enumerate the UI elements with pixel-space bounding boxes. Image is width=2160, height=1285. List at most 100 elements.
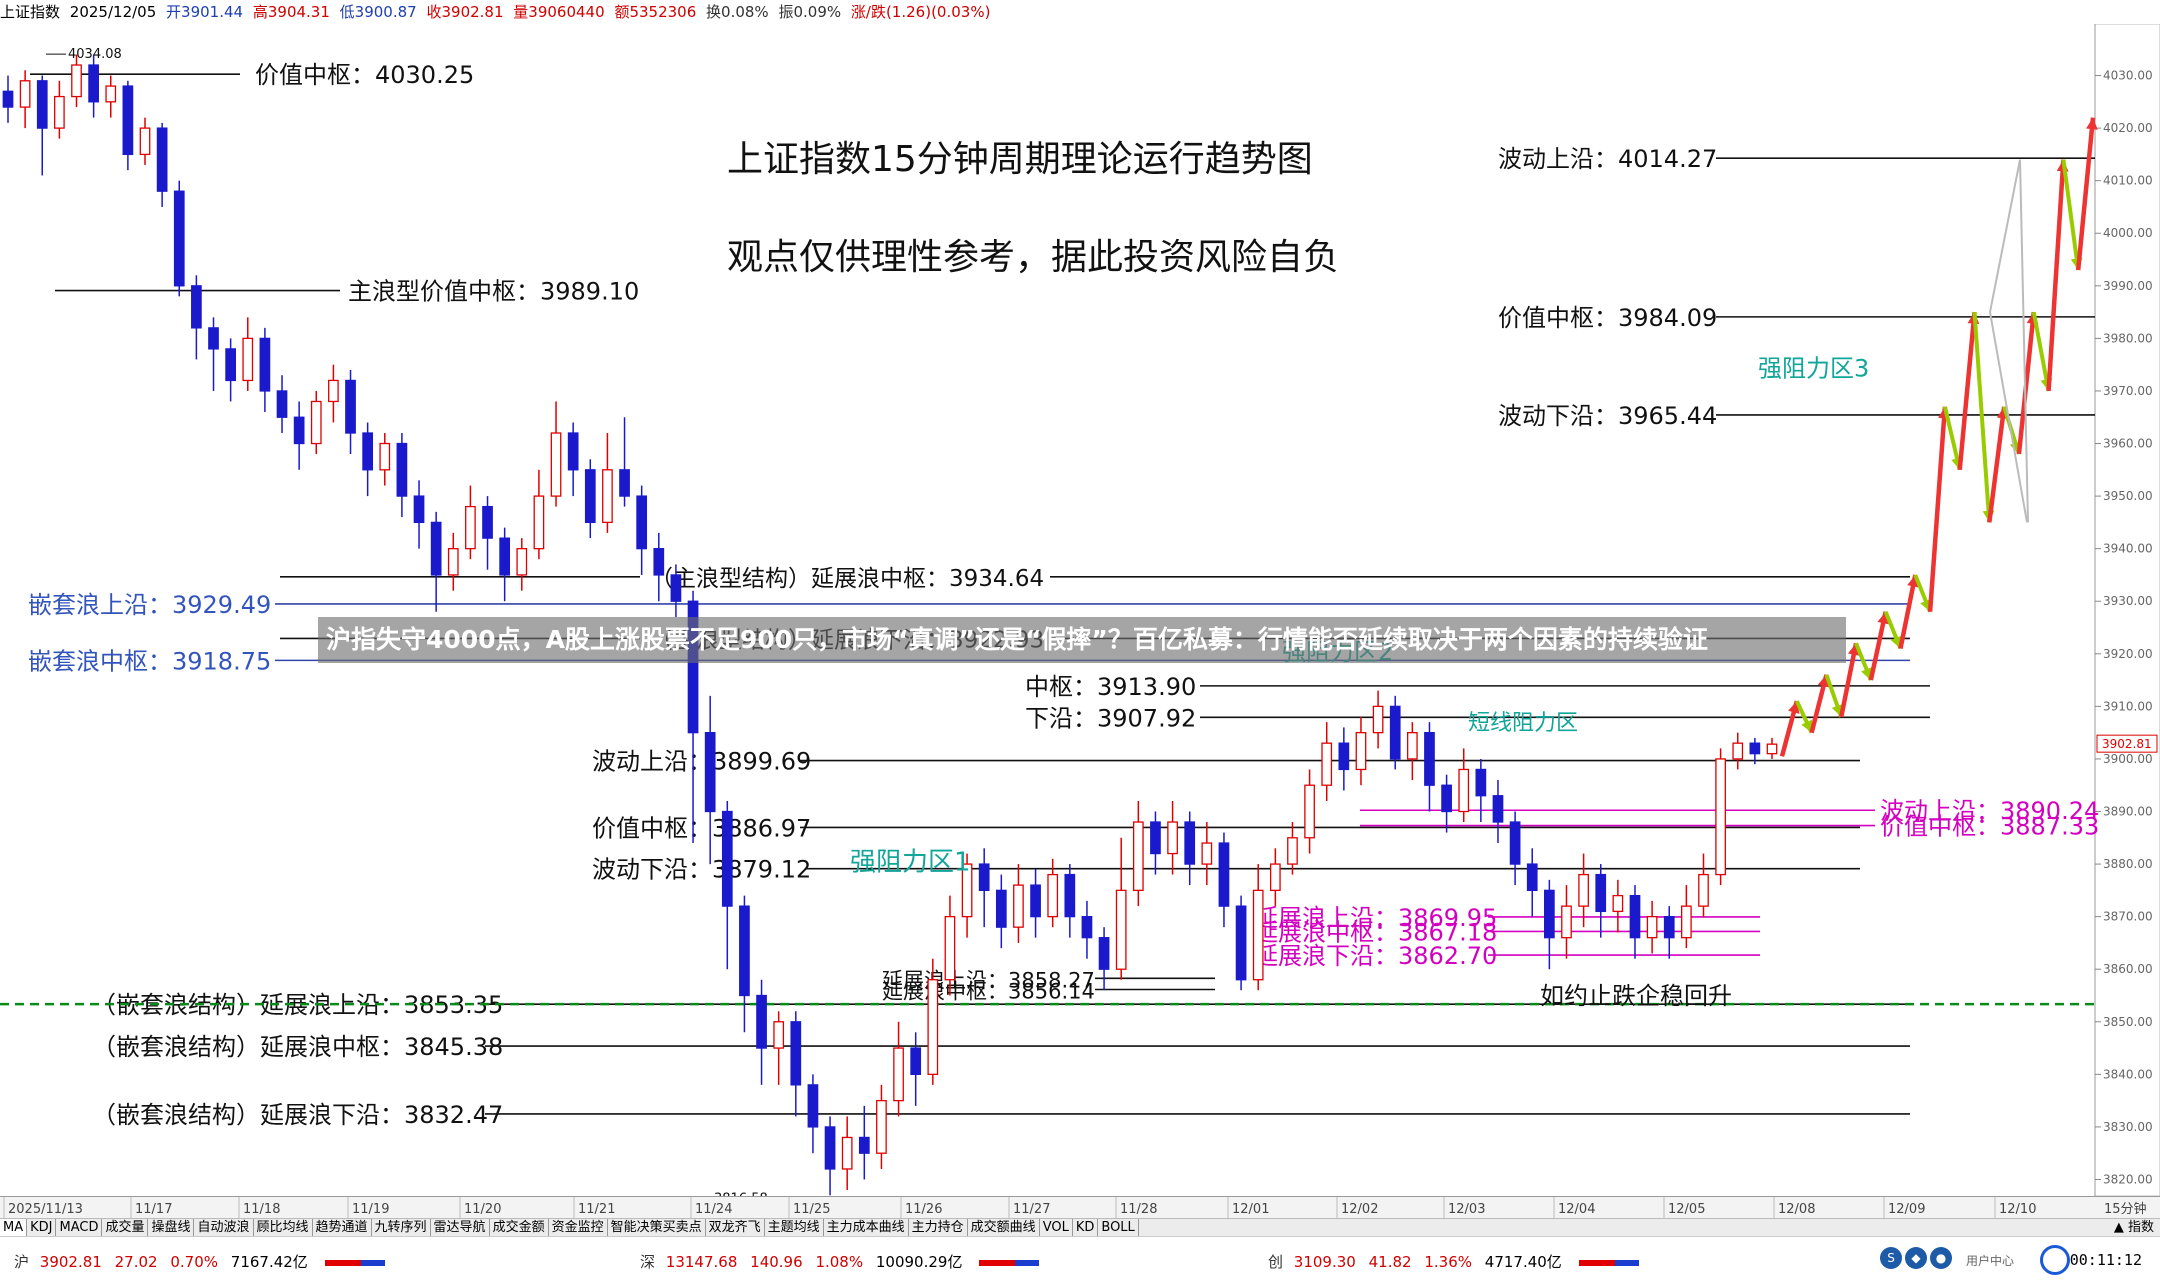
clock: 00:11:12 bbox=[2069, 1251, 2142, 1269]
user-center-link[interactable]: 用户中心 bbox=[1966, 1252, 2014, 1269]
chart-subtitle: 观点仅供理性参考，据此投资风险自负 bbox=[727, 237, 1339, 278]
candle-body bbox=[1355, 732, 1367, 771]
level-label: （主浪型结构）延展浪中枢：3934.64 bbox=[650, 566, 1044, 592]
candle-body bbox=[1458, 768, 1470, 813]
sz-index-status[interactable]: 深 13147.68 140.96 1.08% 10090.29亿 bbox=[640, 1251, 1040, 1272]
zone-label: 强阻力区1 bbox=[850, 847, 971, 877]
indicator-tab-7[interactable]: 趋势通道 bbox=[313, 1219, 372, 1237]
candle-body bbox=[1681, 905, 1692, 939]
sh-index-status[interactable]: 沪 3902.81 27.02 0.70% 7167.42亿 bbox=[14, 1251, 385, 1272]
candle-body bbox=[1115, 889, 1127, 970]
indicator-tab-10[interactable]: 成交金额 bbox=[490, 1219, 549, 1237]
x-tick-label: 12/08 bbox=[1778, 1202, 1815, 1217]
candle-body bbox=[602, 469, 613, 524]
cy-breadth-bar bbox=[1578, 1259, 1639, 1266]
y-tick-label: 4030.00 bbox=[2103, 69, 2153, 83]
candle-body bbox=[19, 80, 31, 108]
indicator-tab-15[interactable]: 主力成本曲线 bbox=[824, 1219, 909, 1237]
indicator-tab-9[interactable]: 雷达导航 bbox=[431, 1219, 490, 1237]
indicator-tab-12[interactable]: 智能决策买卖点 bbox=[608, 1219, 706, 1237]
indicator-tab-13[interactable]: 双龙齐飞 bbox=[706, 1219, 765, 1237]
x-tick-label: 11/28 bbox=[1120, 1202, 1157, 1217]
indicator-tab-4[interactable]: 操盘线 bbox=[148, 1219, 195, 1237]
y-tick-label: 3850.00 bbox=[2103, 1015, 2153, 1029]
candle-body bbox=[499, 537, 511, 576]
sz-percent: 1.08% bbox=[815, 1253, 864, 1271]
x-tick-label: 11/18 bbox=[243, 1202, 280, 1217]
s-icon[interactable]: S bbox=[1880, 1247, 1902, 1269]
x-axis-labels: 2025/11/13 11/17 11/18 11/19 11/20 11/21 11/24… bbox=[3, 1197, 2147, 1219]
close-price: 收3902.81 bbox=[426, 3, 504, 21]
candle-body bbox=[995, 889, 1007, 928]
chart-note: 如约止跌企稳回升 bbox=[1540, 982, 1732, 1010]
candle-body bbox=[71, 64, 82, 98]
y-tick-label: 3830.00 bbox=[2103, 1120, 2153, 1134]
candle-body bbox=[465, 505, 476, 550]
cy-index-status[interactable]: 创 3109.30 41.82 1.36% 4717.40亿 bbox=[1268, 1251, 1639, 1272]
candle-body bbox=[516, 548, 528, 576]
candle-body bbox=[259, 337, 271, 392]
y-tick-label: 3890.00 bbox=[2103, 805, 2153, 819]
projection-segment bbox=[2031, 311, 2051, 392]
candle-body bbox=[1475, 768, 1487, 797]
shield-icon[interactable]: ◆ bbox=[1905, 1247, 1927, 1269]
candle-body bbox=[413, 495, 425, 524]
level-label: 延展浪中枢：3856.14 bbox=[882, 980, 1095, 1004]
candle-body bbox=[1441, 784, 1452, 813]
level-label: 下沿：3907.92 bbox=[1025, 704, 1196, 732]
amplitude: 振0.09% bbox=[778, 3, 842, 21]
sh-breadth-bar bbox=[324, 1259, 385, 1266]
indicator-tab-20[interactable]: BOLL bbox=[1098, 1219, 1139, 1237]
candle-body bbox=[1406, 732, 1418, 760]
projection-alt-line bbox=[1989, 159, 2021, 313]
x-tick-label: 11/20 bbox=[464, 1202, 501, 1217]
candle-body bbox=[1047, 873, 1059, 918]
candle-body bbox=[1201, 842, 1213, 865]
indicator-tab-19[interactable]: KD bbox=[1073, 1219, 1099, 1237]
x-tick-label: 12/09 bbox=[1888, 1202, 1925, 1217]
candle-body bbox=[225, 348, 237, 382]
candle-body bbox=[807, 1084, 819, 1128]
chart-title: 上证指数15分钟周期理论运行趋势图 bbox=[727, 139, 1313, 180]
zone-label: 短线阻力区 bbox=[1468, 711, 1578, 736]
globe-icon[interactable]: ● bbox=[1930, 1247, 1952, 1269]
index-toggle[interactable]: ▲ 指数 bbox=[2114, 1219, 2154, 1237]
candle-body bbox=[876, 1099, 887, 1154]
price-chart[interactable]: 4030.00 4020.00 4010.00 4000.00 3990.00 3980.… bbox=[0, 24, 2160, 1196]
x-tick-label: 12/02 bbox=[1341, 1202, 1378, 1217]
level-label: 嵌套浪上沿：3929.49 bbox=[28, 591, 271, 619]
candle-body bbox=[396, 442, 408, 497]
indicator-tab-0[interactable]: MA bbox=[0, 1219, 28, 1237]
candle-body bbox=[54, 95, 65, 129]
y-tick-label: 3980.00 bbox=[2103, 331, 2153, 345]
signal-icon[interactable] bbox=[2040, 1245, 2070, 1275]
sz-breadth-bar bbox=[979, 1259, 1040, 1266]
candle-body bbox=[1132, 821, 1144, 892]
indicator-tab-18[interactable]: VOL bbox=[1040, 1219, 1073, 1237]
candle-body bbox=[1167, 821, 1178, 855]
candle-body bbox=[173, 190, 185, 287]
chart-canvas[interactable]: 4030.00 4020.00 4010.00 4000.00 3990.00 3980.… bbox=[0, 24, 2160, 1196]
indicator-tab-2[interactable]: MACD bbox=[56, 1219, 103, 1237]
indicator-tab-5[interactable]: 自动波浪 bbox=[194, 1219, 254, 1237]
level-label: 价值中枢：4030.25 bbox=[255, 61, 474, 89]
cy-percent: 1.36% bbox=[1424, 1253, 1472, 1271]
indicator-tab-3[interactable]: 成交量 bbox=[102, 1219, 149, 1237]
sz-price: 13147.68 bbox=[665, 1253, 738, 1271]
indicator-tab-1[interactable]: KDJ bbox=[27, 1219, 57, 1237]
y-tick-label: 3960.00 bbox=[2103, 437, 2153, 451]
indicator-tab-17[interactable]: 成交额曲线 bbox=[968, 1219, 1040, 1237]
indicator-tab-8[interactable]: 九转序列 bbox=[372, 1219, 431, 1237]
indicator-tab-11[interactable]: 资金监控 bbox=[549, 1219, 608, 1237]
projection-segment bbox=[2046, 159, 2066, 392]
candle-body bbox=[1629, 894, 1641, 939]
indicator-tab-6[interactable]: 顾比均线 bbox=[254, 1219, 313, 1237]
candle-body bbox=[105, 85, 117, 103]
period-label[interactable]: 15分钟 bbox=[2104, 1201, 2147, 1217]
indicator-tab-16[interactable]: 主力持仓 bbox=[909, 1219, 968, 1237]
indicator-tab-14[interactable]: 主题均线 bbox=[765, 1219, 824, 1237]
candle-body bbox=[1492, 795, 1504, 823]
projection-alt-line bbox=[2019, 159, 2029, 523]
y-tick-label: 4020.00 bbox=[2103, 121, 2153, 135]
candle-body bbox=[1595, 873, 1607, 913]
